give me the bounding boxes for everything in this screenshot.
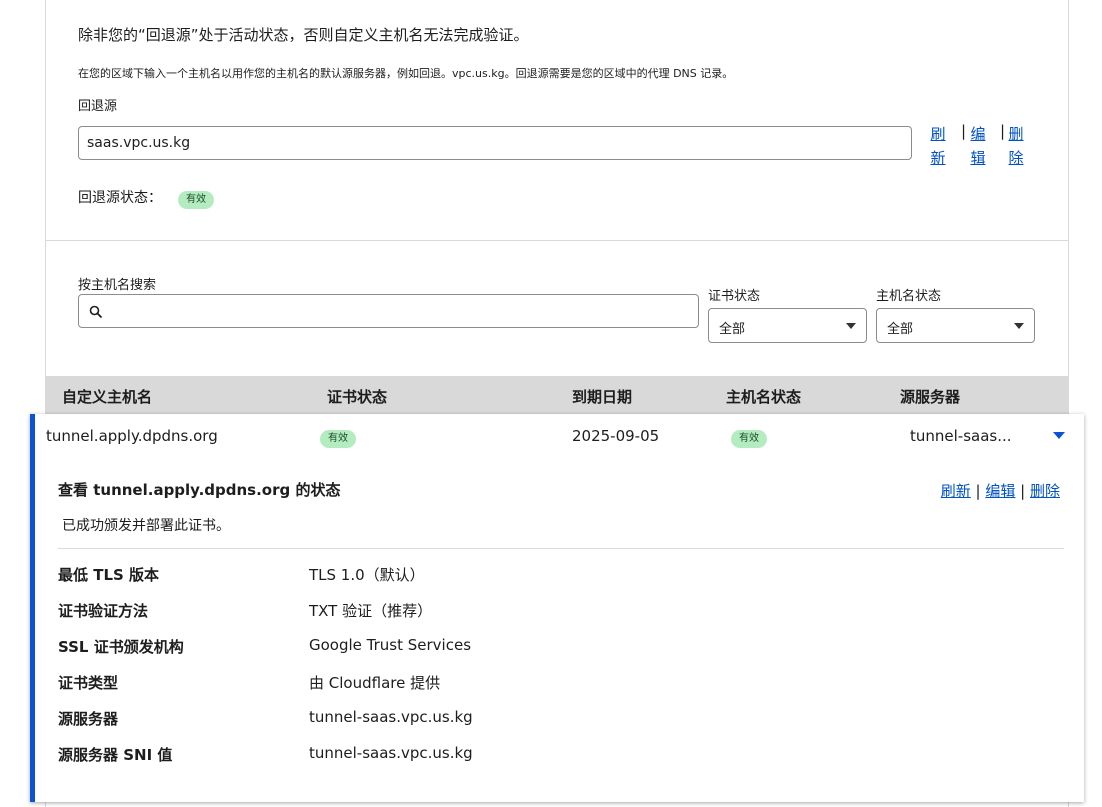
section-divider <box>46 240 1068 241</box>
detail-value-origin: tunnel-saas.vpc.us.kg <box>309 708 473 726</box>
table-row-expanded: tunnel.apply.dpdns.org 有效 2025-09-05 有效 … <box>30 414 1084 802</box>
fallback-delete-char-1[interactable]: 删 <box>1007 122 1025 146</box>
cert-status-value: 全部 <box>719 322 746 337</box>
detail-key-ca: SSL 证书颁发机构 <box>58 638 184 656</box>
detail-key-origin-sni: 源服务器 SNI 值 <box>58 746 173 764</box>
fallback-label: 回退源 <box>78 99 118 114</box>
hostname-status-label: 主机名状态 <box>876 289 942 304</box>
search-input[interactable] <box>109 295 693 329</box>
detail-value-validation-method: TXT 验证（推荐） <box>309 602 433 620</box>
fallback-edit-char-2[interactable]: 辑 <box>969 146 987 170</box>
column-header-origin[interactable]: 源服务器 <box>900 386 960 407</box>
row-expiry: 2025-09-05 <box>572 427 660 445</box>
separator: | <box>970 482 986 500</box>
fallback-status-badge: 有效 <box>178 191 214 209</box>
fallback-refresh-char-1[interactable]: 刷 <box>929 122 947 146</box>
detail-key-min-tls: 最低 TLS 版本 <box>58 566 160 584</box>
row-hostname: tunnel.apply.dpdns.org <box>46 427 218 445</box>
fallback-refresh-char-2[interactable]: 新 <box>929 146 947 170</box>
detail-value-min-tls: TLS 1.0（默认） <box>309 566 425 584</box>
fallback-status-label: 回退源状态： <box>78 190 162 206</box>
detail-divider <box>58 548 1064 549</box>
row-origin: tunnel-saas... <box>910 427 1012 445</box>
detail-key-origin: 源服务器 <box>58 710 119 728</box>
separator: | <box>961 122 967 140</box>
detail-delete-link[interactable]: 删除 <box>1030 482 1060 500</box>
cert-status-label: 证书状态 <box>708 289 761 304</box>
column-header-hostname[interactable]: 自定义主机名 <box>62 386 152 407</box>
table-header: 自定义主机名 证书状态 到期日期 主机名状态 源服务器 <box>46 376 1068 416</box>
fallback-origin-input[interactable] <box>78 126 912 160</box>
detail-actions: 刷新 | 编辑 | 删除 <box>941 480 1060 501</box>
cert-status-select[interactable]: 全部 <box>708 308 867 343</box>
fallback-description: 在您的区域下输入一个主机名以用作您的主机名的默认源服务器，例如回退。vpc.us… <box>78 67 734 80</box>
collapse-row-icon[interactable] <box>1053 432 1065 439</box>
detail-value-origin-sni: tunnel-saas.vpc.us.kg <box>309 744 473 762</box>
separator: | <box>1015 482 1030 500</box>
search-icon <box>89 305 103 319</box>
hostname-status-value: 全部 <box>887 322 914 337</box>
detail-refresh-link[interactable]: 刷新 <box>941 482 971 500</box>
hostname-status-select[interactable]: 全部 <box>876 308 1035 343</box>
detail-title: 查看 tunnel.apply.dpdns.org 的状态 <box>58 481 341 499</box>
search-box[interactable] <box>78 294 699 329</box>
fallback-warning: 除非您的“回退源”处于活动状态，否则自定义主机名无法完成验证。 <box>78 26 529 44</box>
row-cert-status-badge: 有效 <box>320 430 356 448</box>
detail-key-cert-type: 证书类型 <box>58 674 119 692</box>
column-header-cert-status[interactable]: 证书状态 <box>327 386 387 407</box>
separator: | <box>1000 122 1006 140</box>
fallback-edit-char-1[interactable]: 编 <box>969 122 987 146</box>
chevron-down-icon <box>1014 323 1024 329</box>
column-header-expiry[interactable]: 到期日期 <box>572 386 632 407</box>
fallback-delete-char-2[interactable]: 除 <box>1007 146 1025 170</box>
detail-message: 已成功颁发并部署此证书。 <box>62 518 230 534</box>
column-header-hostname-status[interactable]: 主机名状态 <box>726 386 801 407</box>
detail-key-validation-method: 证书验证方法 <box>58 602 149 620</box>
detail-value-cert-type: 由 Cloudflare 提供 <box>309 674 441 692</box>
chevron-down-icon <box>846 323 856 329</box>
search-label: 按主机名搜索 <box>78 278 157 293</box>
row-hostname-status-badge: 有效 <box>731 430 767 448</box>
detail-edit-link[interactable]: 编辑 <box>985 482 1015 500</box>
detail-value-ca: Google Trust Services <box>309 636 472 654</box>
